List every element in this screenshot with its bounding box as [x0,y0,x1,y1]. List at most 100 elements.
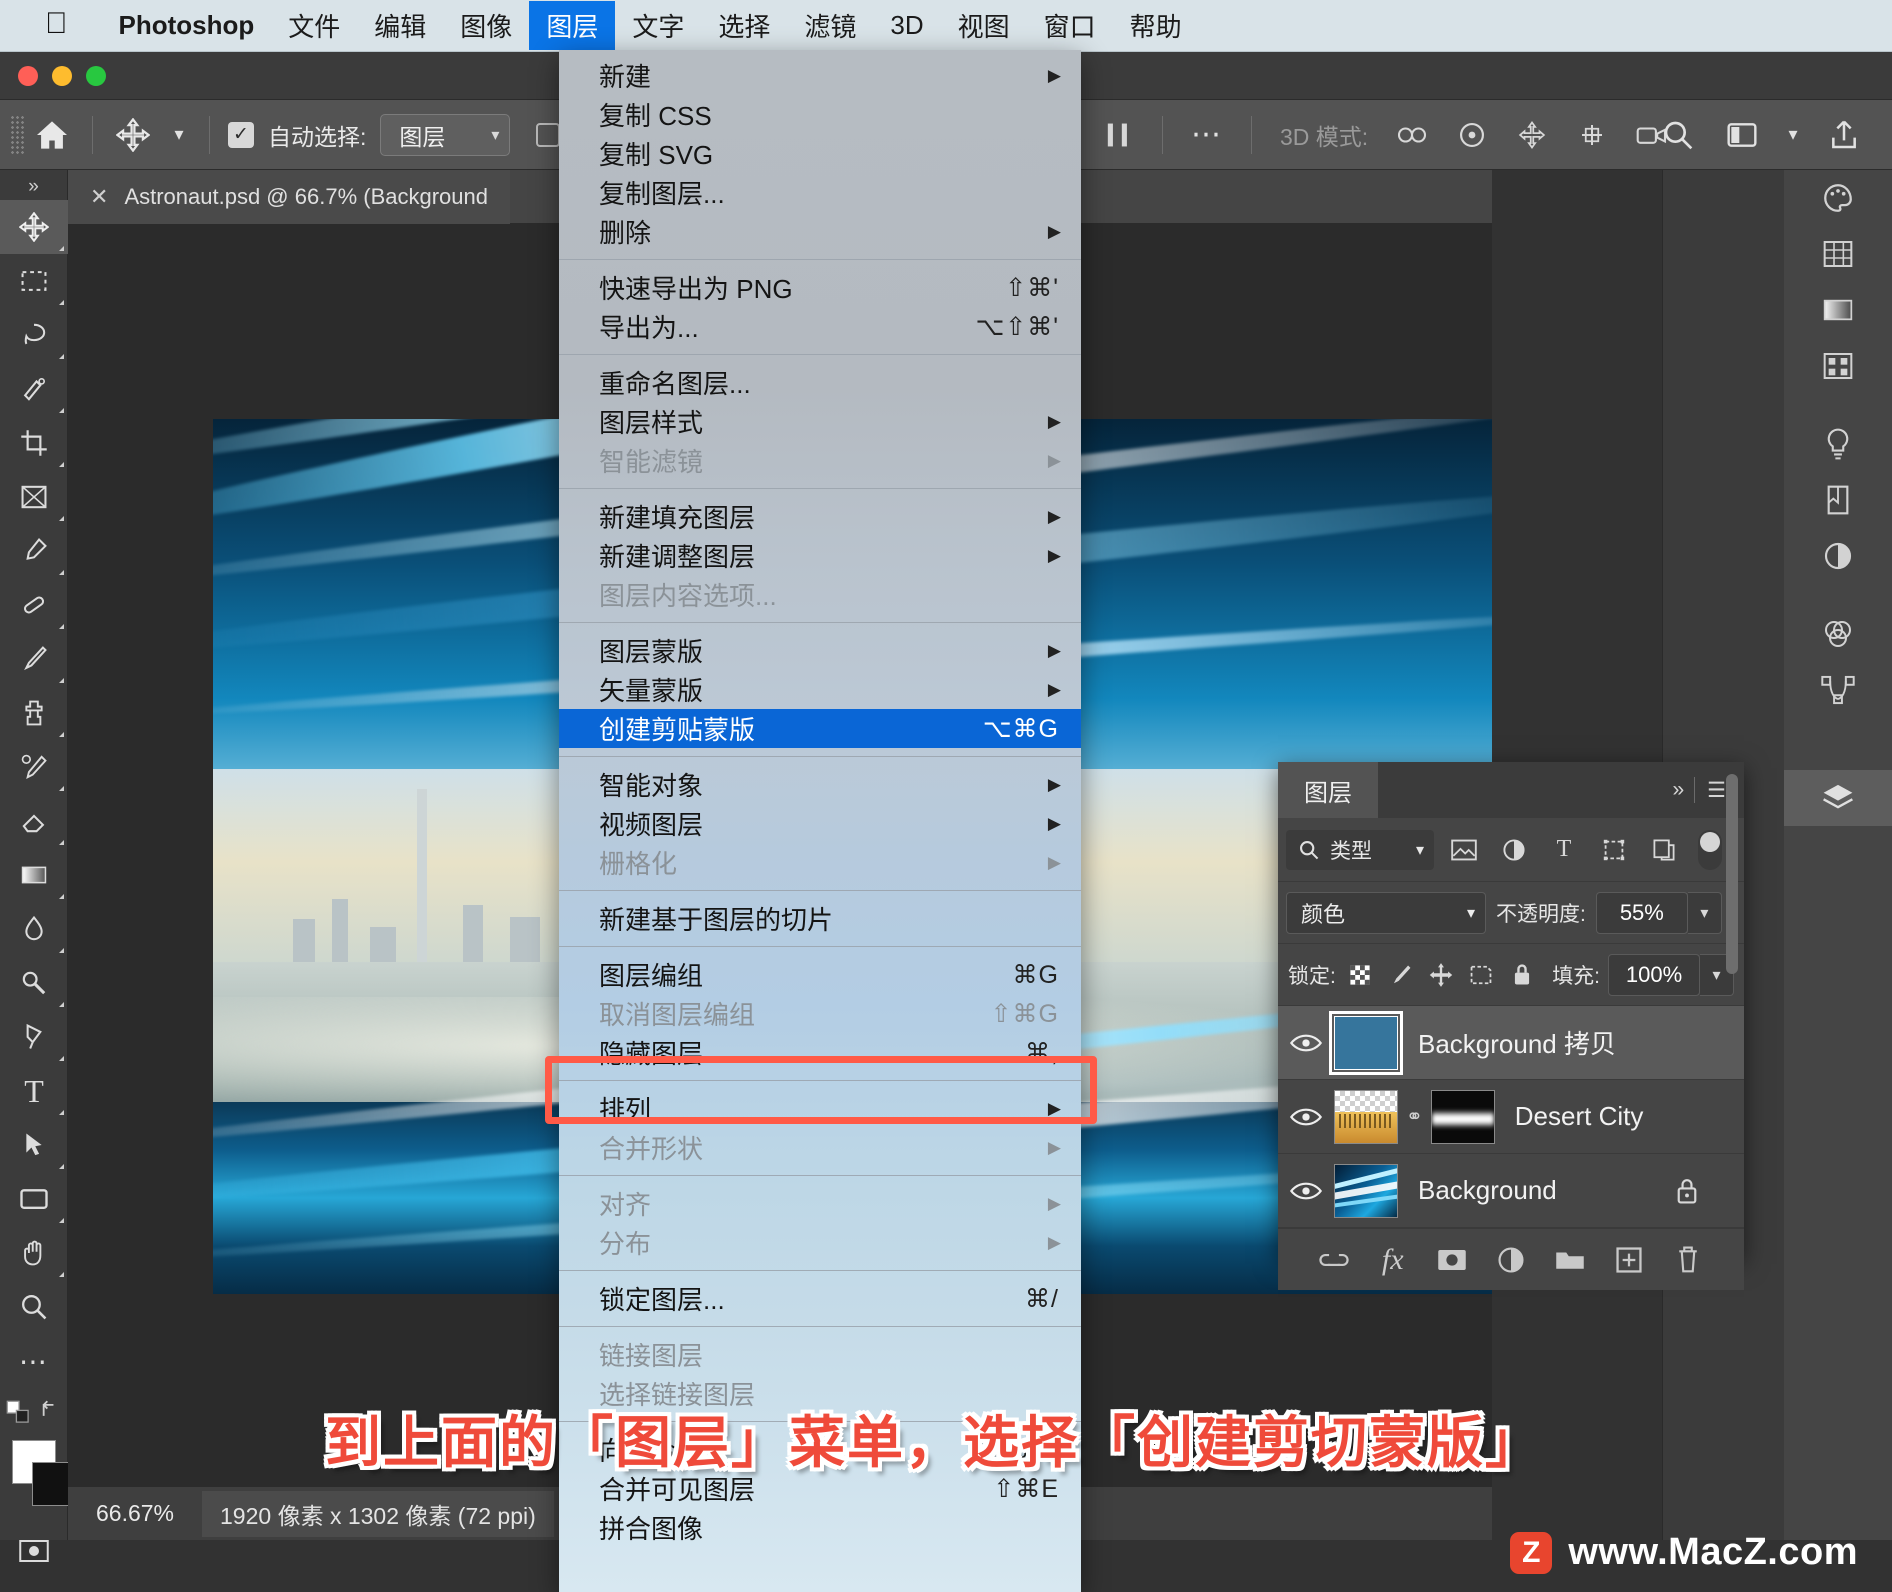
move-tool-icon[interactable] [0,200,68,254]
3d-roll-icon[interactable] [1444,107,1500,163]
layer-filter-type-dropdown[interactable]: 类型 ▾ [1286,829,1434,870]
menu-item-duplicate-layer[interactable]: 复制图层... [559,173,1081,212]
quick-select-tool-icon[interactable] [0,362,68,416]
menu-image[interactable]: 图像 [443,1,529,50]
hand-tool-icon[interactable] [0,1226,68,1280]
filter-toggle-icon[interactable] [1698,829,1722,870]
menu-item-delete[interactable]: 删除 ▶ [559,212,1081,251]
swap-colors-icon[interactable] [40,1400,62,1426]
menu-photoshop[interactable]: Photoshop [102,4,272,47]
libraries-icon[interactable] [1784,472,1892,528]
add-mask-icon[interactable] [1429,1237,1475,1283]
menu-select[interactable]: 选择 [701,1,787,50]
layer-visibility-icon[interactable] [1278,1080,1334,1154]
move-tool-icon[interactable] [105,107,161,163]
opacity-stepper-icon[interactable]: ▾ [1687,891,1722,934]
layer-thumbnail[interactable] [1329,1010,1403,1075]
layer-mask-thumbnail[interactable] [1430,1089,1495,1144]
learn-icon[interactable] [1784,416,1892,472]
menu-layer[interactable]: 图层 [529,1,616,50]
menu-item-new-fill-layer[interactable]: 新建填充图层 ▶ [559,497,1081,536]
3d-pan-icon[interactable] [1504,107,1560,163]
menu-item-smart-object[interactable]: 智能对象 ▶ [559,765,1081,804]
zoom-level[interactable]: 66.67% [68,1500,202,1527]
screen-mode-icon[interactable] [0,1578,68,1592]
blend-mode-dropdown[interactable]: 颜色 ▾ [1286,891,1486,934]
layer-visibility-icon[interactable] [1278,1154,1334,1228]
marquee-tool-icon[interactable] [0,254,68,308]
lock-image-pixels-icon[interactable] [1384,955,1416,995]
auto-select-checkbox[interactable]: ✓ [228,121,254,148]
layers-icon[interactable] [1784,770,1892,826]
tools-expand-icon[interactable]: » [0,170,67,200]
new-layer-icon[interactable] [1606,1237,1652,1283]
menu-filter[interactable]: 滤镜 [787,1,873,50]
menu-type[interactable]: 文字 [615,1,701,50]
menu-item-new-adjustment-layer[interactable]: 新建调整图层 ▶ [559,536,1081,575]
smart-object-filter-icon[interactable] [1644,830,1684,870]
lock-transparent-pixels-icon[interactable] [1344,955,1376,995]
history-brush-tool-icon[interactable] [0,740,68,794]
apple-icon[interactable]:  [45,8,68,39]
3d-slide-icon[interactable] [1564,107,1620,163]
image-filter-icon[interactable] [1444,830,1484,870]
menu-item-arrange[interactable]: 排列 ▶ [559,1089,1081,1128]
menu-3d[interactable]: 3D [873,4,940,47]
menu-item-group-layers[interactable]: 图层编组 ⌘G [559,955,1081,994]
close-icon[interactable]: ✕ [90,184,108,210]
lock-all-icon[interactable] [1506,955,1538,995]
menu-item-flatten-image[interactable]: 拼合图像 [559,1508,1081,1547]
layers-scrollbar[interactable] [1726,774,1738,974]
window-maximize-button[interactable] [86,66,106,86]
workspace-icon[interactable] [1714,107,1770,163]
text-filter-icon[interactable]: T [1544,830,1584,870]
menu-item-rename-layer[interactable]: 重命名图层... [559,363,1081,402]
options-bar-grip[interactable] [10,114,24,155]
tool-preset-chevron-icon[interactable]: ▾ [161,107,197,163]
menu-item-video-layer[interactable]: 视频图层 ▶ [559,804,1081,843]
window-minimize-button[interactable] [52,66,72,86]
default-colors-icon[interactable] [6,1400,32,1426]
more-tools-icon[interactable]: ⋯ [0,1334,68,1388]
eraser-tool-icon[interactable] [0,794,68,848]
gradients-icon[interactable] [1784,282,1892,338]
adjustment-layer-icon[interactable] [1488,1237,1534,1283]
table-row[interactable]: Background [1278,1154,1744,1228]
pen-tool-icon[interactable] [0,1010,68,1064]
document-tab[interactable]: ✕ Astronaut.psd @ 66.7% (Background [68,169,510,224]
layer-style-fx-icon[interactable]: fx [1370,1237,1416,1283]
tab-layers[interactable]: 图层 [1278,762,1378,818]
table-row[interactable]: ⚭ Desert City [1278,1080,1744,1154]
menu-item-layer-style[interactable]: 图层样式 ▶ [559,402,1081,441]
gradient-tool-icon[interactable] [0,848,68,902]
healing-brush-tool-icon[interactable] [0,578,68,632]
mask-link-icon[interactable]: ⚭ [1406,1104,1423,1129]
menu-item-new[interactable]: 新建 ▶ [559,56,1081,95]
type-tool-icon[interactable]: T [0,1064,68,1118]
adjustments-icon[interactable] [1784,528,1892,584]
menu-view[interactable]: 视图 [941,1,1027,50]
window-close-button[interactable] [18,66,38,86]
crop-tool-icon[interactable] [0,416,68,470]
menu-item-copy-css[interactable]: 复制 CSS [559,95,1081,134]
menu-item-quick-export-png[interactable]: 快速导出为 PNG ⇧⌘' [559,268,1081,307]
menu-item-hide-layers[interactable]: 隐藏图层 ⌘, [559,1033,1081,1072]
search-icon[interactable] [1650,107,1706,163]
menu-item-copy-svg[interactable]: 复制 SVG [559,134,1081,173]
brush-tool-icon[interactable] [0,632,68,686]
layer-visibility-icon[interactable] [1278,1006,1334,1080]
chevron-double-right-icon[interactable]: » [1660,778,1694,802]
shape-filter-icon[interactable] [1594,830,1634,870]
path-select-tool-icon[interactable] [0,1118,68,1172]
menu-item-layer-mask[interactable]: 图层蒙版 ▶ [559,631,1081,670]
menu-window[interactable]: 窗口 [1027,1,1113,50]
zoom-tool-icon[interactable] [0,1280,68,1334]
menu-item-lock-layers[interactable]: 锁定图层... ⌘/ [559,1279,1081,1318]
adjustment-filter-icon[interactable] [1494,830,1534,870]
align-panel-icon[interactable] [1090,107,1146,163]
quick-mask-icon[interactable] [0,1524,68,1578]
lasso-tool-icon[interactable] [0,308,68,362]
swatches-icon[interactable] [1784,226,1892,282]
clone-stamp-tool-icon[interactable] [0,686,68,740]
menu-file[interactable]: 文件 [271,1,357,50]
